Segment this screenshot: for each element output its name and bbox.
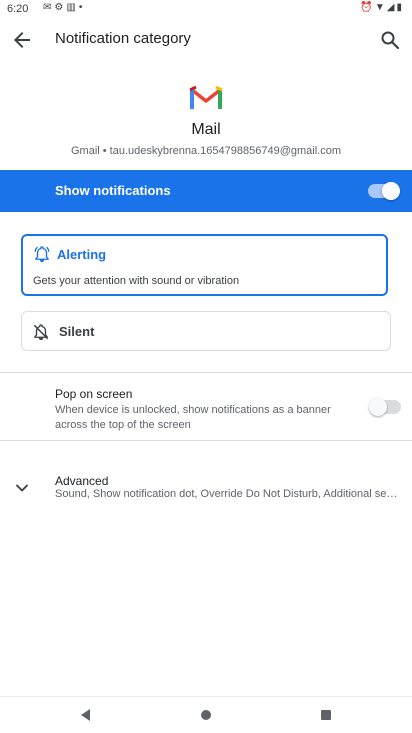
show-notifications-label: Show notifications (55, 183, 171, 198)
gmail-logo-icon (189, 85, 223, 110)
bell-off-icon (33, 324, 49, 341)
dot-icon: • (78, 2, 86, 13)
system-nav-bar (0, 696, 412, 733)
silent-title: Silent (59, 324, 95, 339)
page-title: Notification category (55, 30, 191, 47)
battery-icon: ▮ (396, 2, 404, 13)
settings-icon: ⚙ (54, 2, 67, 13)
advanced-summary: Sound, Show notification dot, Override D… (55, 488, 400, 500)
back-arrow-icon[interactable] (10, 28, 34, 52)
chevron-down-icon (16, 484, 28, 492)
alarm-icon: ⏰ (360, 2, 375, 13)
nav-recents-icon[interactable] (318, 707, 334, 723)
status-left-icons: ✉⚙▥• (43, 2, 85, 13)
search-icon[interactable] (378, 28, 402, 52)
app-bar: Notification category (0, 20, 412, 60)
sim-icon: ▥ (66, 2, 79, 13)
show-notifications-toggle[interactable] (368, 182, 400, 200)
status-time: 6:20 (7, 3, 29, 15)
advanced-title: Advanced (55, 474, 109, 488)
advanced-row[interactable]: Advanced Sound, Show notification dot, O… (0, 466, 412, 510)
alerting-title: Alerting (57, 247, 107, 262)
mail-icon: ✉ (43, 2, 55, 13)
status-right-icons: ⏰▼◢▮ (360, 2, 404, 13)
silent-option[interactable]: Silent (21, 311, 391, 351)
toggle-knob (382, 182, 400, 200)
nav-back-icon[interactable] (78, 707, 94, 723)
alerting-option[interactable]: Alerting Gets your attention with sound … (21, 234, 388, 296)
app-account: Gmail • tau.udeskybrenna.1654798856749@g… (70, 145, 341, 157)
status-bar: 6:20 ✉⚙▥• ⏰▼◢▮ (0, 0, 412, 20)
divider (0, 440, 412, 441)
wifi-icon: ▼ (374, 2, 387, 13)
nav-home-icon[interactable] (198, 707, 214, 723)
bell-ringing-icon (34, 246, 50, 263)
pop-on-screen-description: When device is unlocked, show notificati… (55, 404, 331, 431)
app-name: Mail (191, 121, 221, 138)
pop-on-screen-row[interactable]: Pop on screen When device is unlocked, s… (0, 373, 412, 439)
alerting-description: Gets your attention with sound or vibrat… (33, 275, 240, 287)
show-notifications-row[interactable]: Show notifications (0, 170, 412, 212)
toggle-knob (369, 398, 387, 416)
pop-on-screen-title: Pop on screen (55, 387, 133, 401)
pop-on-screen-toggle[interactable] (369, 398, 401, 416)
